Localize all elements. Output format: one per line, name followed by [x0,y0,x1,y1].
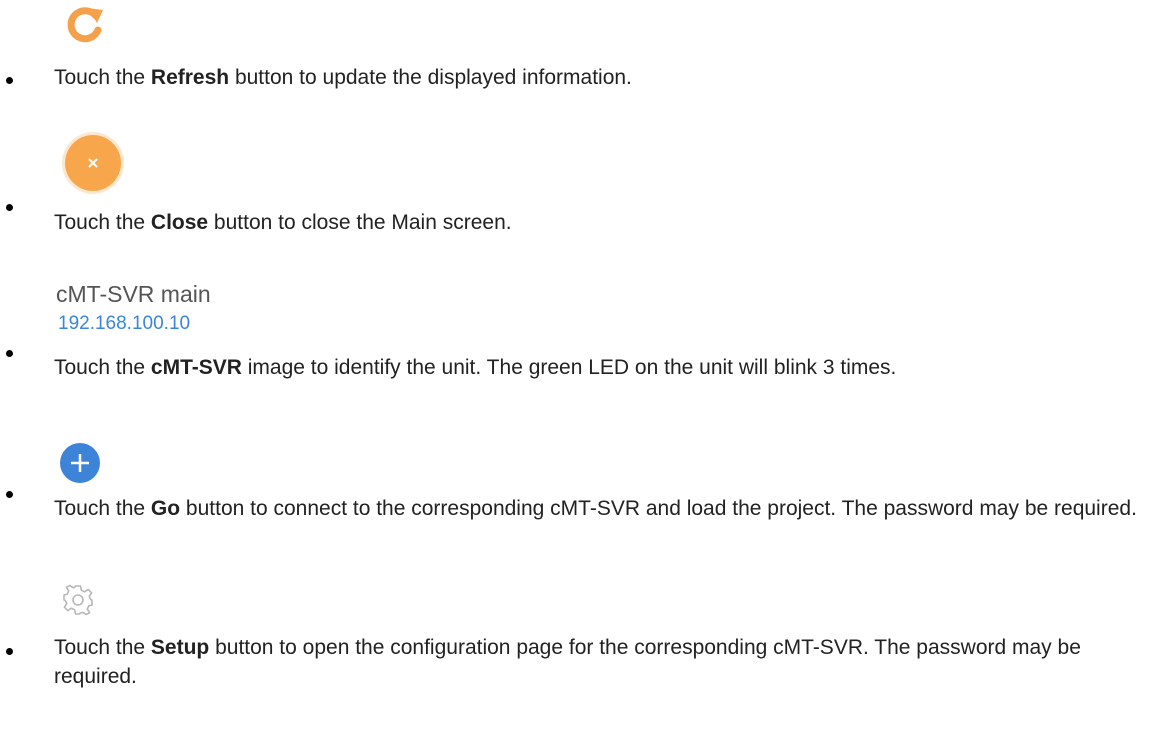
bullet [6,204,13,211]
gear-icon[interactable] [62,584,94,616]
refresh-icon[interactable] [62,2,106,46]
device-name[interactable]: cMT-SVR main [56,280,211,308]
bullet [6,77,13,84]
go-icon[interactable] [58,441,102,485]
bullet [6,350,13,357]
setup-description: Touch the Setup button to open the confi… [54,636,1081,688]
close-icon[interactable] [60,130,126,196]
close-description: Touch the Close button to close the Main… [54,211,512,234]
device-description: Touch the cMT-SVR image to identify the … [54,356,897,379]
bullet [6,491,13,498]
refresh-description: Touch the Refresh button to update the d… [54,66,632,89]
go-description: Touch the Go button to connect to the co… [54,497,1137,520]
bullet [6,648,13,655]
device-ip[interactable]: 192.168.100.10 [58,312,190,336]
